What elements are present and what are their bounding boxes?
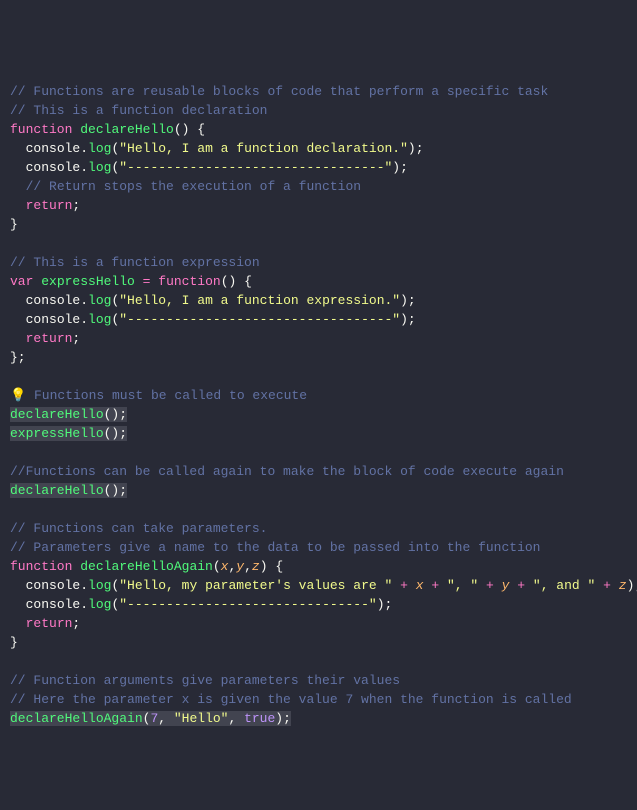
- obj-console: console: [26, 160, 81, 175]
- punct: ,: [158, 711, 174, 726]
- operator-plus: +: [400, 578, 408, 593]
- param-z: z: [619, 578, 627, 593]
- method-log: log: [88, 141, 111, 156]
- punct: ();: [104, 426, 127, 441]
- punct: ;: [72, 616, 80, 631]
- operator-plus: +: [603, 578, 611, 593]
- keyword-return: return: [26, 198, 73, 213]
- comment: Functions must be called to execute: [26, 388, 307, 403]
- comment: // This is a function declaration: [10, 103, 267, 118]
- punct: );: [275, 711, 291, 726]
- punct: .: [80, 578, 88, 593]
- keyword-function: function: [10, 122, 72, 137]
- keyword-var: var: [10, 274, 33, 289]
- operator-plus: +: [486, 578, 494, 593]
- call-expressHello: expressHello: [10, 426, 104, 441]
- comment: // Here the parameter x is given the val…: [10, 692, 572, 707]
- keyword-function: function: [10, 559, 72, 574]
- punct: }: [10, 217, 18, 232]
- punct: ;: [72, 198, 80, 213]
- fn-expressHello: expressHello: [41, 274, 135, 289]
- fn-declareHelloAgain: declareHelloAgain: [80, 559, 213, 574]
- comment: // Functions can take parameters.: [10, 521, 267, 536]
- param-y: y: [236, 559, 244, 574]
- keyword-return: return: [26, 331, 73, 346]
- string: "Hello, I am a function declaration.": [119, 141, 408, 156]
- call-declareHello: declareHello: [10, 407, 104, 422]
- call-declareHello: declareHello: [10, 483, 104, 498]
- punct: );: [377, 597, 393, 612]
- comment: // Return stops the execution of a funct…: [26, 179, 361, 194]
- comment: //Functions can be called again to make …: [10, 464, 564, 479]
- punct: ();: [104, 483, 127, 498]
- string: "Hello": [174, 711, 229, 726]
- param-z: z: [252, 559, 260, 574]
- punct: );: [400, 293, 416, 308]
- punct: .: [80, 160, 88, 175]
- keyword-function: function: [158, 274, 220, 289]
- number-7: 7: [150, 711, 158, 726]
- bool-true: true: [244, 711, 275, 726]
- operator-plus: +: [517, 578, 525, 593]
- method-log: log: [88, 312, 111, 327]
- punct: .: [80, 312, 88, 327]
- punct: ,: [228, 711, 244, 726]
- punct: .: [80, 141, 88, 156]
- obj-console: console: [26, 578, 81, 593]
- method-log: log: [88, 160, 111, 175]
- string: ", and ": [533, 578, 595, 593]
- method-log: log: [88, 293, 111, 308]
- punct: () {: [221, 274, 252, 289]
- obj-console: console: [26, 312, 81, 327]
- punct: }: [10, 635, 18, 650]
- string: "-------------------------------": [119, 597, 376, 612]
- punct: .: [80, 597, 88, 612]
- string: ", ": [447, 578, 478, 593]
- punct: );: [408, 141, 424, 156]
- operator-plus: +: [431, 578, 439, 593]
- punct: );: [392, 160, 408, 175]
- punct: ;: [72, 331, 80, 346]
- comment: // Function arguments give parameters th…: [10, 673, 400, 688]
- string: "---------------------------------": [119, 160, 392, 175]
- string: "Hello, my parameter's values are ": [119, 578, 392, 593]
- punct: );: [627, 578, 637, 593]
- param-y: y: [502, 578, 510, 593]
- punct: .: [80, 293, 88, 308]
- comment: // Functions are reusable blocks of code…: [10, 84, 548, 99]
- comment: // This is a function expression: [10, 255, 260, 270]
- operator-eq: =: [143, 274, 151, 289]
- obj-console: console: [26, 597, 81, 612]
- punct: () {: [174, 122, 205, 137]
- call-declareHelloAgain: declareHelloAgain: [10, 711, 143, 726]
- punct: );: [400, 312, 416, 327]
- punct: ) {: [260, 559, 283, 574]
- obj-console: console: [26, 293, 81, 308]
- punct: ();: [104, 407, 127, 422]
- fn-declareHello: declareHello: [80, 122, 174, 137]
- punct: };: [10, 350, 26, 365]
- param-x: x: [416, 578, 424, 593]
- method-log: log: [88, 578, 111, 593]
- lightbulb-icon: 💡: [10, 388, 26, 403]
- keyword-return: return: [26, 616, 73, 631]
- method-log: log: [88, 597, 111, 612]
- punct: (: [143, 711, 151, 726]
- comment: // Parameters give a name to the data to…: [10, 540, 541, 555]
- obj-console: console: [26, 141, 81, 156]
- string: "Hello, I am a function expression.": [119, 293, 400, 308]
- punct: (: [213, 559, 221, 574]
- punct: ,: [244, 559, 252, 574]
- string: "----------------------------------": [119, 312, 400, 327]
